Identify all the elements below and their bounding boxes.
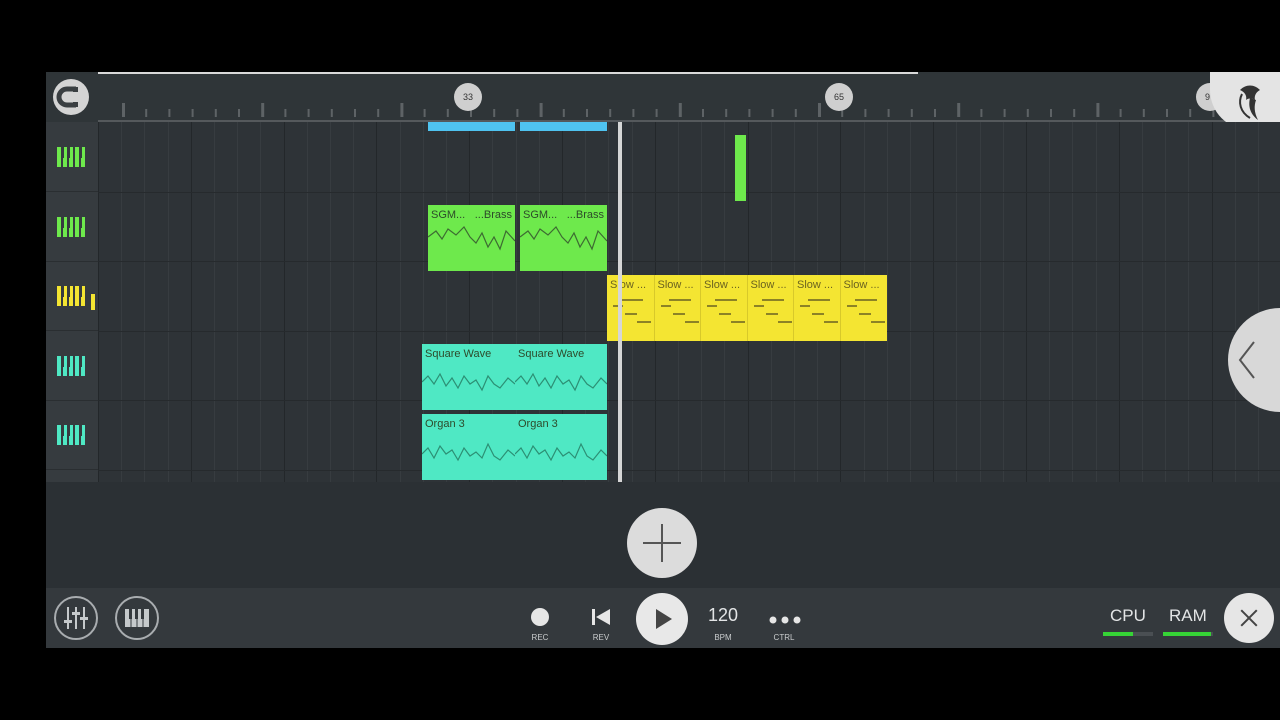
- clip-slow-3[interactable]: Slow ...: [700, 275, 748, 341]
- clip-slow-6[interactable]: Slow ...: [839, 275, 887, 341]
- track-button-5[interactable]: [46, 400, 98, 471]
- ram-meter: [1163, 632, 1213, 636]
- clip-green-small[interactable]: [735, 135, 746, 201]
- track-button-4[interactable]: [46, 331, 98, 401]
- clip-label: Square Wave: [425, 348, 492, 360]
- cpu-label: CPU: [1110, 606, 1146, 625]
- clip-notes: [422, 372, 515, 392]
- clip-label: Organ 3: [425, 418, 465, 430]
- clip-sgm-brass-2[interactable]: SGM... ...Brass: [520, 205, 607, 271]
- timeline-ruler[interactable]: 33 65 97: [46, 72, 1280, 130]
- clip-blue-1[interactable]: [428, 122, 515, 131]
- clip-notes: [515, 372, 607, 392]
- add-icon[interactable]: [627, 508, 697, 578]
- transport-bar: REC REV 120 BPM CTRL CPU RAM: [46, 588, 1280, 648]
- playhead[interactable]: [618, 122, 622, 482]
- clip-notes: [515, 442, 607, 462]
- piano-keys-icon: [57, 355, 85, 376]
- piano-icon[interactable]: [115, 596, 159, 640]
- clip-slow-5[interactable]: Slow ...: [793, 275, 841, 341]
- rec-label: REC: [531, 633, 549, 642]
- clip-blue-2[interactable]: [520, 122, 607, 131]
- clip-square-wave-2[interactable]: Square Wave: [515, 344, 607, 410]
- playlist-grid[interactable]: SGM... ...Brass SGM... ...Brass Slow ...…: [98, 122, 1280, 482]
- track-button-1[interactable]: [46, 122, 98, 192]
- clip-organ-1[interactable]: Organ 3: [422, 414, 515, 480]
- clip-label: Slow ...: [610, 279, 647, 291]
- ruler-ticks: [122, 103, 1215, 117]
- ctrl-icon[interactable]: [768, 612, 802, 624]
- clip-label: Slow ...: [657, 279, 694, 291]
- bar-marker-33[interactable]: 33: [454, 83, 482, 111]
- bpm-label: BPM: [714, 633, 732, 642]
- ctrl-label: CTRL: [773, 633, 795, 642]
- cpu-meter: [1103, 632, 1153, 636]
- clip-label: Square Wave: [518, 348, 585, 360]
- track-button-2[interactable]: [46, 192, 98, 262]
- record-icon[interactable]: [531, 608, 549, 626]
- magnet-icon[interactable]: [53, 79, 89, 115]
- clip-slow-2[interactable]: Slow ...: [653, 275, 701, 341]
- bar-marker-65[interactable]: 65: [825, 83, 853, 111]
- collapse-icon[interactable]: [1228, 308, 1280, 412]
- clip-square-wave-1[interactable]: Square Wave: [422, 344, 515, 410]
- track-strip: [46, 122, 98, 482]
- piano-keys-icon: [57, 425, 85, 446]
- clip-notes: [520, 226, 607, 251]
- clip-label: Slow ...: [843, 279, 880, 291]
- clip-slow-1[interactable]: Slow ...: [607, 275, 654, 341]
- mixer-icon[interactable]: [54, 596, 98, 640]
- clip-label: Slow ...: [797, 279, 834, 291]
- clip-notes: [422, 442, 515, 462]
- clip-sgm-brass-1[interactable]: SGM... ...Brass: [428, 205, 515, 271]
- clip-notes: [428, 226, 515, 251]
- rewind-icon[interactable]: [590, 607, 612, 627]
- bpm-value[interactable]: 120: [699, 605, 747, 626]
- clip-label: ...Brass: [566, 209, 604, 221]
- play-icon[interactable]: [636, 593, 688, 645]
- clip-organ-2[interactable]: Organ 3: [515, 414, 607, 480]
- track-selected-marker: [91, 294, 95, 311]
- ram-label: RAM: [1169, 606, 1207, 625]
- clip-label: Organ 3: [518, 418, 558, 430]
- piano-keys-icon: [57, 286, 85, 307]
- clip-label: SGM...: [523, 209, 558, 221]
- clip-slow-4[interactable]: Slow ...: [746, 275, 794, 341]
- clip-label: SGM...: [431, 209, 466, 221]
- clip-label: Slow ...: [704, 279, 741, 291]
- rev-label: REV: [592, 633, 610, 642]
- clip-label: ...Brass: [474, 209, 512, 221]
- fl-studio-mobile-app: 33 65 97 SGM... ...Brass: [46, 72, 1280, 648]
- clip-label: Slow ...: [750, 279, 787, 291]
- piano-keys-icon: [57, 147, 85, 167]
- close-icon[interactable]: [1224, 593, 1274, 643]
- piano-keys-icon: [57, 216, 85, 237]
- track-button-3[interactable]: [46, 261, 98, 332]
